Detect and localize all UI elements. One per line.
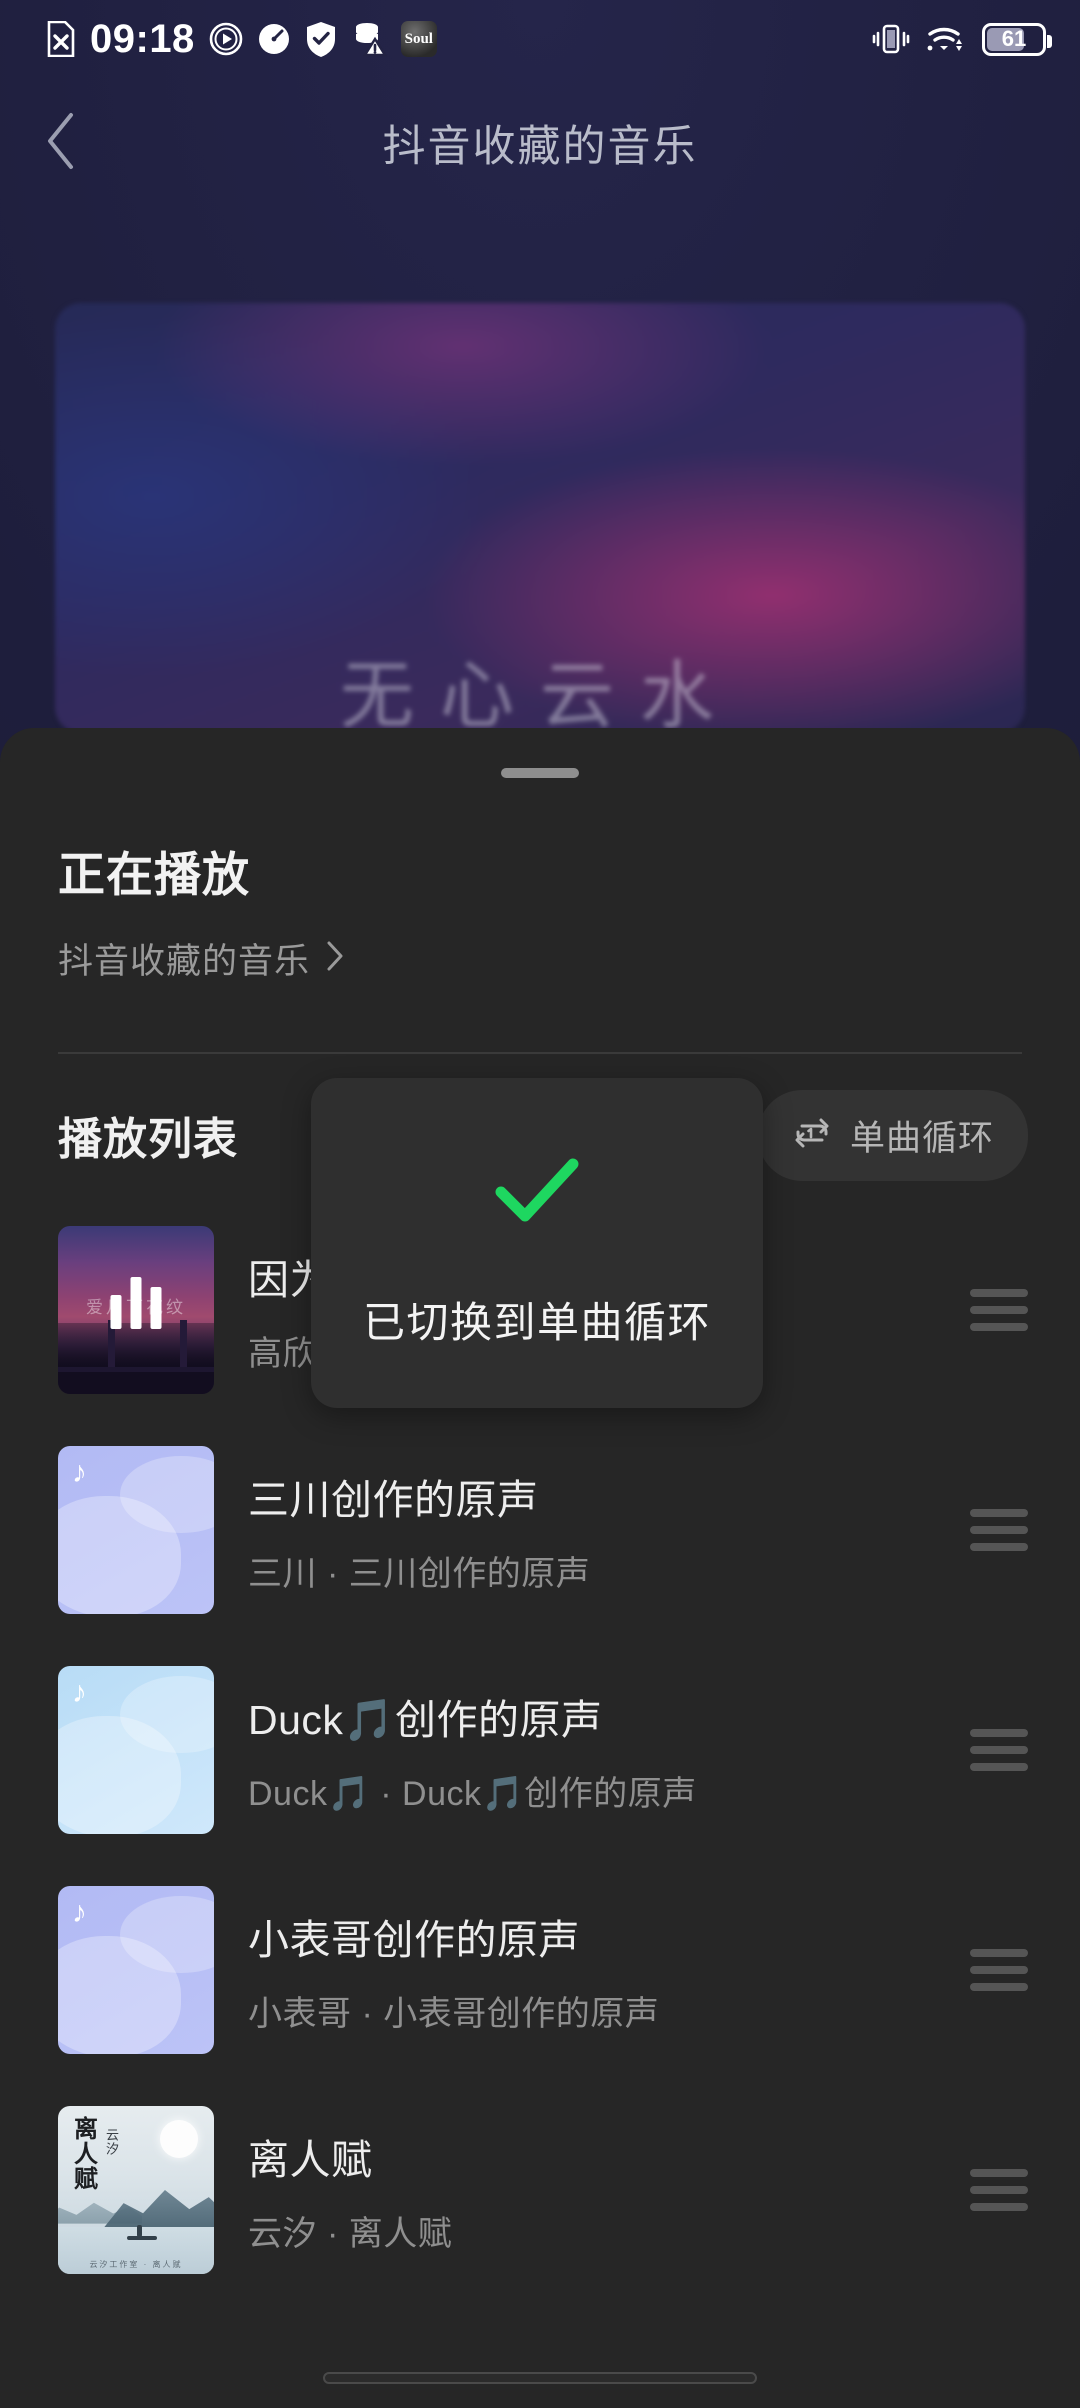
album-art-tower <box>179 1320 187 1371</box>
song-album-art: 爱月下花纹 <box>58 1226 214 1394</box>
song-info: 离人赋 云汐 · 离人赋 <box>248 2126 946 2255</box>
now-playing-section: 正在播放 抖音收藏的音乐 <box>0 778 1080 984</box>
song-album-art: 离人赋 云汐 云汐工作室 · 离人赋 <box>58 2106 214 2274</box>
speedometer-icon <box>257 22 291 56</box>
status-bar: 09:18 Soul 61 <box>0 0 1080 78</box>
playing-indicator-icon <box>110 1275 162 1329</box>
database-warning-icon <box>351 21 387 57</box>
repeat-one-icon <box>792 1113 832 1158</box>
song-info: Duck🎵创作的原声 Duck🎵 · Duck🎵创作的原声 <box>248 1686 946 1815</box>
album-art-bridge <box>58 1323 214 1394</box>
song-list-item[interactable]: ♪ 三川创作的原声 三川 · 三川创作的原声 <box>0 1420 1080 1640</box>
song-artist: 云汐 · 离人赋 <box>248 2214 453 2253</box>
toast-notification: 已切换到单曲循环 <box>311 1078 763 1408</box>
music-note-icon: ♪ <box>72 1456 87 1489</box>
song-info: 三川创作的原声 三川 · 三川创作的原声 <box>248 1466 946 1595</box>
sheet-drag-handle[interactable] <box>501 768 579 778</box>
chevron-right-icon <box>326 940 344 977</box>
shield-check-icon <box>305 21 337 57</box>
album-art-artist-text: 云汐 <box>104 2128 119 2156</box>
loop-mode-button[interactable]: 单曲循环 <box>757 1089 1028 1181</box>
song-artist: 小表哥 · 小表哥创作的原声 <box>248 1994 660 2033</box>
song-list-item[interactable]: 离人赋 云汐 云汐工作室 · 离人赋 离人赋 云汐 · 离人赋 <box>0 2080 1080 2300</box>
page-title: 抖音收藏的音乐 <box>382 123 698 171</box>
playlist-bottom-sheet: 正在播放 抖音收藏的音乐 播放列表 单曲循环 高欣 ♪ 三川创作的原声 三川 ·… <box>0 728 1080 2408</box>
now-playing-label: 正在播放 <box>58 848 250 901</box>
status-bar-left: 09:18 Soul <box>46 19 437 59</box>
section-divider <box>58 1052 1022 1054</box>
song-artist: Duck🎵 · Duck🎵创作的原声 <box>248 1774 697 1813</box>
song-list-item[interactable]: ♪ Duck🎵创作的原声 Duck🎵 · Duck🎵创作的原声 <box>0 1640 1080 1860</box>
song-title: Duck🎵创作的原声 <box>248 1696 603 1743</box>
music-note-icon: ♪ <box>72 1896 87 1929</box>
album-art-footer-text: 云汐工作室 · 离人赋 <box>89 2260 183 2269</box>
drag-handle-icon[interactable] <box>970 1289 1028 1331</box>
now-playing-source-label: 抖音收藏的音乐 <box>58 942 311 981</box>
song-info: 小表哥创作的原声 小表哥 · 小表哥创作的原声 <box>248 1906 946 2035</box>
album-art-moon <box>160 2120 198 2158</box>
album-art-mountain <box>101 2190 214 2231</box>
drag-handle-icon[interactable] <box>970 2169 1028 2211</box>
album-art-hero[interactable]: 无心云水 <box>55 303 1025 733</box>
song-album-art: ♪ <box>58 1666 214 1834</box>
song-album-art: ♪ <box>58 1446 214 1614</box>
drag-handle-icon[interactable] <box>970 1949 1028 1991</box>
album-art-title-text: 离人赋 <box>69 2116 96 2191</box>
now-playing-source-row[interactable]: 抖音收藏的音乐 <box>58 933 1022 984</box>
album-art-deck <box>58 1367 214 1373</box>
song-album-art: ♪ <box>58 1886 214 2054</box>
document-x-icon <box>46 21 76 57</box>
music-note-icon: ♪ <box>72 1676 87 1709</box>
status-bar-right: 61 <box>872 22 1052 56</box>
vibrate-icon <box>872 23 910 55</box>
page-header: 抖音收藏的音乐 <box>0 88 1080 198</box>
song-list-item[interactable]: ♪ 小表哥创作的原声 小表哥 · 小表哥创作的原声 <box>0 1860 1080 2080</box>
home-indicator[interactable] <box>323 2372 757 2384</box>
wifi-icon <box>926 23 966 55</box>
check-icon <box>491 1154 583 1231</box>
soul-app-icon: Soul <box>400 21 437 57</box>
playlist-title: 播放列表 <box>58 1115 238 1164</box>
song-title: 三川创作的原声 <box>248 1476 539 1523</box>
song-title: 离人赋 <box>248 2136 373 2183</box>
album-art-calligraphy: 无心云水 <box>340 656 740 733</box>
status-bar-clock: 09:18 <box>90 17 195 61</box>
battery-icon: 61 <box>982 22 1052 56</box>
album-art-boat <box>126 2225 157 2241</box>
toast-message: 已切换到单曲循环 <box>362 1299 711 1346</box>
drag-handle-icon[interactable] <box>970 1729 1028 1771</box>
drag-handle-icon[interactable] <box>970 1509 1028 1551</box>
battery-percent: 61 <box>1001 26 1027 51</box>
song-artist: 三川 · 三川创作的原声 <box>248 1554 591 1593</box>
play-circle-icon <box>209 22 243 56</box>
loop-mode-label: 单曲循环 <box>849 1118 994 1158</box>
song-title: 小表哥创作的原声 <box>248 1916 580 1963</box>
